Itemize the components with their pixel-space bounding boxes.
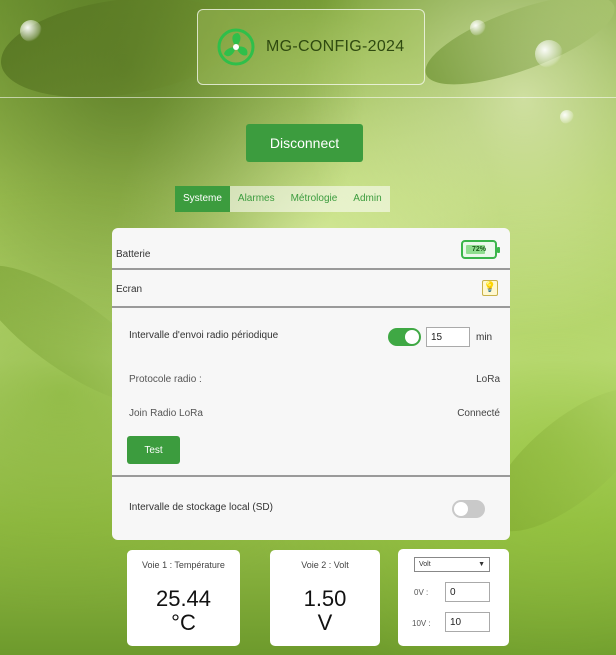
tab-metrologie[interactable]: Métrologie [282,186,346,212]
radio-interval-unit: min [476,332,493,343]
toggle-knob [454,502,468,516]
join-radio-label: Join Radio LoRa [129,408,203,419]
divider [112,306,510,308]
channel-1-card: Voie 1 : Température 25.44 °C [127,550,240,646]
battery-label: Batterie [116,249,151,260]
radio-interval-label: Intervalle d'envoi radio périodique [129,330,279,341]
header-band: MG-CONFIG-2024 [0,0,616,98]
fan-icon [217,28,255,66]
tab-admin[interactable]: Admin [345,186,390,212]
divider [112,475,510,477]
join-radio-status: Connecté [457,408,500,419]
ten-label: 10V : [412,619,431,628]
tab-bar: Systeme Alarmes Métrologie Admin [175,186,390,212]
zero-value-input[interactable] [445,582,490,602]
tab-systeme[interactable]: Systeme [175,186,230,212]
channel-2-value: 1.50 [303,586,347,611]
water-drop [560,110,574,124]
chevron-down-icon: ▼ [478,561,485,568]
unit-select[interactable]: Volt ▼ [414,557,490,572]
test-button[interactable]: Test [127,436,180,464]
toggle-knob [405,330,419,344]
battery-percent: 72% [471,246,486,253]
unit-select-value: Volt [419,561,431,568]
zero-label: 0V : [414,588,429,597]
channel-1-title: Voie 1 : Température [142,560,225,570]
app-title: MG-CONFIG-2024 [266,38,405,55]
channel-1-value: 25.44 [155,586,212,611]
sd-interval-label: Intervalle de stockage local (SD) [129,502,273,513]
channel-2-title: Voie 2 : Volt [301,560,349,570]
sd-interval-toggle[interactable] [452,500,485,518]
channel-1-unit: °C [171,610,196,635]
radio-interval-toggle[interactable] [388,328,421,346]
screen-label: Ecran [116,284,143,295]
divider [112,268,510,270]
lightbulb-icon[interactable]: 💡 [482,280,498,296]
radio-interval-input[interactable] [426,327,470,347]
disconnect-button[interactable]: Disconnect [246,124,363,162]
radio-protocol-label: Protocole radio : [129,374,202,385]
ten-value-input[interactable] [445,612,490,632]
app-logo: MG-CONFIG-2024 [197,9,425,85]
channel-2-card: Voie 2 : Volt 1.50 V [270,550,380,646]
radio-protocol-value: LoRa [476,374,500,385]
channel-2-unit: V [317,610,333,635]
tab-alarmes[interactable]: Alarmes [229,186,283,212]
battery-icon: 72% [461,240,500,259]
